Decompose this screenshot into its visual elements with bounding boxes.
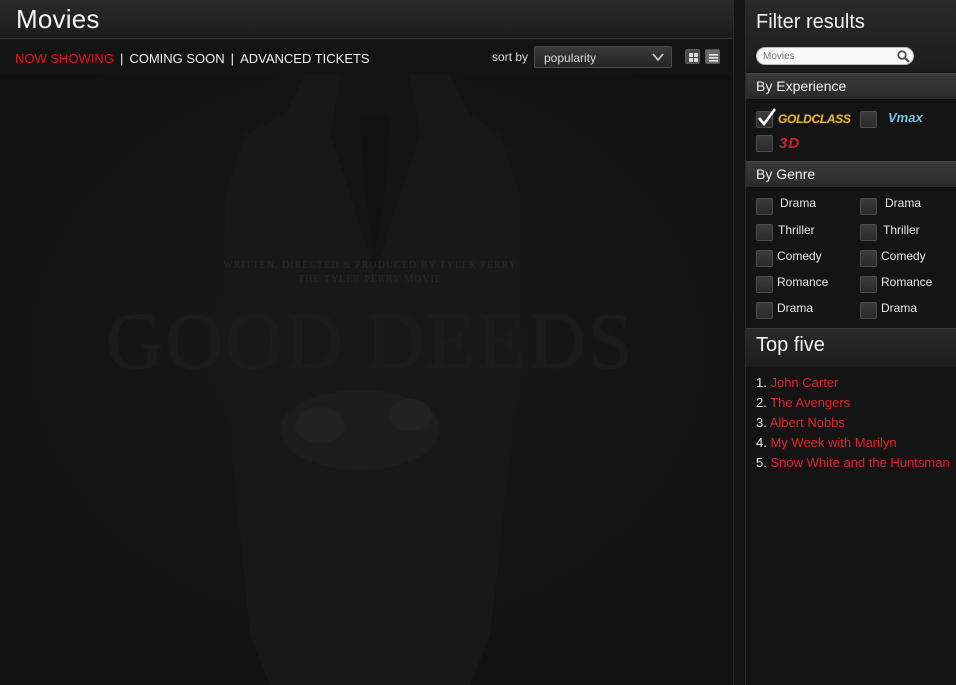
vmax-logo[interactable]: Vmax — [888, 110, 923, 125]
nav-separator: | — [119, 51, 124, 66]
movie-link[interactable]: Snow White and the Huntsman — [770, 455, 949, 470]
genre-checkbox[interactable] — [860, 302, 877, 319]
genre-label[interactable]: Drama — [777, 301, 813, 315]
genre-label[interactable]: Romance — [881, 275, 932, 289]
filter-sidebar: Filter results By Experience By Genre To… — [745, 0, 956, 685]
top-five-list: 1. John Carter 2. The Avengers 3. Albert… — [756, 373, 950, 473]
genre-checkbox[interactable] — [860, 198, 877, 215]
experience-heading: By Experience — [746, 73, 956, 100]
featured-poster[interactable]: WRITTEN, DIRECTED & PRODUCED BY TYLER PE… — [0, 75, 733, 685]
genre-label[interactable]: Comedy — [777, 249, 822, 263]
genre-heading: By Genre — [746, 161, 956, 188]
3d-logo[interactable]: 3D — [779, 135, 800, 152]
goldclass-logo[interactable]: GOLDCLASS — [778, 112, 851, 126]
checkmark-icon — [758, 108, 777, 127]
movie-nav: NOW SHOWING | COMING SOON | ADVANCED TICKETS — [15, 51, 370, 66]
genre-checkbox[interactable] — [756, 198, 773, 215]
rank-number: 2. — [756, 395, 767, 410]
poster-tagline: WRITTEN, DIRECTED & PRODUCED BY TYLER PE… — [180, 259, 560, 287]
genre-checkbox[interactable] — [756, 302, 773, 319]
top-five-title: Top five — [756, 334, 825, 356]
rank-number: 1. — [756, 375, 767, 390]
list-item: 2. The Avengers — [756, 393, 950, 413]
3d-checkbox[interactable] — [756, 135, 773, 152]
genre-label[interactable]: Thriller — [883, 223, 920, 237]
sort-label: sort by — [492, 50, 529, 64]
filter-title: Filter results — [756, 11, 865, 33]
genre-label[interactable]: Comedy — [881, 249, 926, 263]
movie-link[interactable]: John Carter — [770, 375, 838, 390]
chevron-down-icon — [652, 53, 664, 62]
filter-header: Filter results — [746, 0, 956, 72]
genre-checkbox[interactable] — [756, 250, 773, 267]
genre-checkbox[interactable] — [860, 224, 877, 241]
movies-panel: Movies NOW SHOWING | COMING SOON | ADVANCED … — [0, 0, 734, 685]
list-item: 5. Snow White and the Huntsman — [756, 453, 950, 473]
poster-tagline-line: WRITTEN, DIRECTED & PRODUCED BY TYLER PE… — [223, 260, 517, 271]
tab-advanced-tickets[interactable]: ADVANCED TICKETS — [240, 51, 370, 66]
list-icon — [709, 54, 718, 62]
goldclass-checkbox[interactable] — [756, 108, 777, 128]
grid-view-button[interactable] — [685, 49, 700, 64]
grid-icon — [689, 53, 698, 62]
search-icon[interactable] — [897, 50, 910, 63]
genre-label[interactable]: Thriller — [778, 223, 815, 237]
movie-link[interactable]: My Week with Marilyn — [770, 435, 896, 450]
genre-checkbox[interactable] — [756, 224, 773, 241]
genre-checkbox[interactable] — [860, 250, 877, 267]
list-item: 1. John Carter — [756, 373, 950, 393]
top-five-header: Top five — [746, 328, 956, 367]
movies-header: Movies — [0, 0, 733, 39]
genre-checkbox[interactable] — [756, 276, 773, 293]
poster-title: GOOD DEEDS — [105, 298, 635, 386]
movie-link[interactable]: Albert Nobbs — [770, 415, 845, 430]
rank-number: 4. — [756, 435, 767, 450]
sort-select[interactable]: popularity — [534, 46, 672, 68]
vmax-checkbox[interactable] — [860, 111, 877, 128]
page-title: Movies — [16, 4, 100, 34]
sort-value: popularity — [544, 51, 597, 65]
nav-separator: | — [230, 51, 235, 66]
movie-link[interactable]: The Avengers — [770, 395, 850, 410]
rank-number: 5. — [756, 455, 767, 470]
genre-label[interactable]: Drama — [885, 196, 921, 210]
list-view-button[interactable] — [705, 49, 720, 64]
list-item: 4. My Week with Marilyn — [756, 433, 950, 453]
tab-coming-soon[interactable]: COMING SOON — [129, 51, 224, 66]
genre-label[interactable]: Drama — [780, 196, 816, 210]
search-input[interactable] — [763, 49, 893, 63]
rank-number: 3. — [756, 415, 767, 430]
tab-now-showing[interactable]: NOW SHOWING — [15, 51, 114, 66]
search-box[interactable] — [756, 47, 914, 65]
list-item: 3. Albert Nobbs — [756, 413, 950, 433]
genre-label[interactable]: Drama — [881, 301, 917, 315]
poster-tagline-line: THE TYLER PERRY MOVIE — [297, 274, 443, 285]
genre-checkbox[interactable] — [860, 276, 877, 293]
genre-label[interactable]: Romance — [777, 275, 828, 289]
